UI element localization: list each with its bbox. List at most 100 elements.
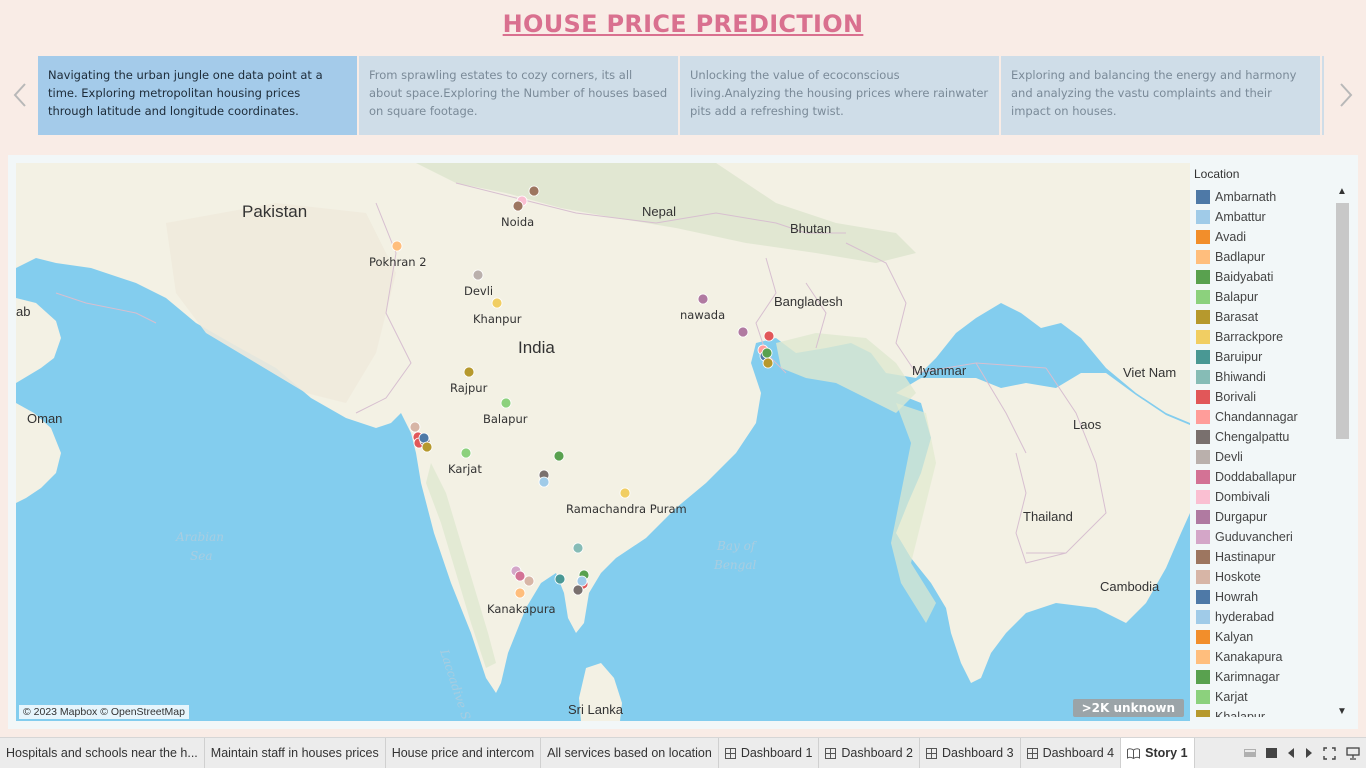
legend-item[interactable]: Baidyabati <box>1196 267 1326 287</box>
legend-item[interactable]: Chengalpattu <box>1196 427 1326 447</box>
legend-item[interactable]: Kalyan <box>1196 627 1326 647</box>
legend-item[interactable]: Kanakapura <box>1196 647 1326 667</box>
city-marker[interactable] <box>763 330 775 342</box>
legend-item[interactable]: Borivali <box>1196 387 1326 407</box>
city-marker[interactable] <box>391 240 403 252</box>
legend-label: Baidyabati <box>1215 270 1274 284</box>
city-marker[interactable] <box>572 584 584 596</box>
city-marker[interactable] <box>737 326 749 338</box>
sheet-tab[interactable]: All services based on location <box>541 738 719 768</box>
sheet-tab-label: House price and intercom <box>391 746 535 760</box>
city-marker[interactable] <box>761 347 773 359</box>
story-point-5[interactable] <box>1322 56 1324 135</box>
story-point-4[interactable]: Exploring and balancing the energy and h… <box>1001 56 1320 135</box>
city-marker[interactable] <box>472 269 484 281</box>
legend-item[interactable]: Hastinapur <box>1196 547 1326 567</box>
legend-item[interactable]: Khalapur <box>1196 707 1326 717</box>
legend-scroll-thumb[interactable] <box>1336 203 1349 439</box>
sheet-tab[interactable]: Dashboard 4 <box>1021 738 1122 768</box>
legend-item[interactable]: Karimnagar <box>1196 667 1326 687</box>
previous-sheet-icon[interactable] <box>1287 748 1295 758</box>
scroll-up-icon[interactable]: ▲ <box>1334 185 1350 199</box>
city-marker[interactable] <box>697 293 709 305</box>
city-label-kanakapura: Kanakapura <box>487 602 556 616</box>
city-marker[interactable] <box>512 200 524 212</box>
legend-item[interactable]: Barrackpore <box>1196 327 1326 347</box>
sheet-tab[interactable]: Dashboard 3 <box>920 738 1021 768</box>
city-marker[interactable] <box>514 570 526 582</box>
legend-label: Hastinapur <box>1215 550 1276 564</box>
legend-label: Khalapur <box>1215 710 1266 717</box>
country-label-ab: ab <box>16 304 30 319</box>
fullscreen-icon[interactable] <box>1323 746 1336 760</box>
legend-item[interactable]: Baruipur <box>1196 347 1326 367</box>
city-marker[interactable] <box>460 447 472 459</box>
legend-label: Karimnagar <box>1215 670 1280 684</box>
dashboard-icon <box>1026 747 1038 759</box>
next-sheet-icon[interactable] <box>1305 748 1313 758</box>
city-marker[interactable] <box>523 575 535 587</box>
legend-item[interactable]: Ambattur <box>1196 207 1326 227</box>
city-marker[interactable] <box>554 573 566 585</box>
sheet-tab[interactable]: House price and intercom <box>386 738 542 768</box>
sheet-tab-bar: Hospitals and schools near the h... Maint… <box>0 737 1366 768</box>
legend-item[interactable]: Guduvancheri <box>1196 527 1326 547</box>
city-marker[interactable] <box>553 450 565 462</box>
city-label-balapur: Balapur <box>483 412 528 426</box>
show-filmstrip-icon[interactable] <box>1244 748 1256 758</box>
sheet-tab[interactable]: Maintain staff in houses prices <box>205 738 386 768</box>
legend-swatch <box>1196 690 1210 704</box>
legend-item[interactable]: Ambarnath <box>1196 187 1326 207</box>
legend-item[interactable]: Doddaballapur <box>1196 467 1326 487</box>
legend-item[interactable]: Howrah <box>1196 587 1326 607</box>
legend-swatch <box>1196 250 1210 264</box>
legend-item[interactable]: hyderabad <box>1196 607 1326 627</box>
sheet-tab[interactable]: Dashboard 2 <box>819 738 920 768</box>
scroll-down-icon[interactable]: ▼ <box>1334 705 1350 719</box>
city-label-ramachandra-puram: Ramachandra Puram <box>566 502 687 516</box>
city-marker[interactable] <box>619 487 631 499</box>
legend-item[interactable]: Balapur <box>1196 287 1326 307</box>
legend-item[interactable]: Durgapur <box>1196 507 1326 527</box>
legend-item[interactable]: Karjat <box>1196 687 1326 707</box>
city-marker[interactable] <box>538 476 550 488</box>
city-marker[interactable] <box>514 587 526 599</box>
city-marker[interactable] <box>421 441 433 453</box>
city-marker[interactable] <box>576 575 588 587</box>
legend-label: Guduvancheri <box>1215 530 1293 544</box>
story-point-1[interactable]: Navigating the urban jungle one data poi… <box>38 56 357 135</box>
legend-item[interactable]: Avadi <box>1196 227 1326 247</box>
city-marker[interactable] <box>463 366 475 378</box>
city-marker[interactable] <box>572 542 584 554</box>
city-marker[interactable] <box>762 357 774 369</box>
legend-swatch <box>1196 310 1210 324</box>
story-point-2[interactable]: From sprawling estates to cozy corners, … <box>359 56 678 135</box>
land-southeast-asia <box>896 373 1190 683</box>
legend-item[interactable]: Hoskote <box>1196 567 1326 587</box>
location-map[interactable]: Pakistan Nepal Bhutan Bangladesh India M… <box>16 163 1190 721</box>
legend-item[interactable]: Devli <box>1196 447 1326 467</box>
next-story-point-button[interactable] <box>1334 78 1358 112</box>
legend-swatch <box>1196 390 1210 404</box>
story-point-3[interactable]: Unlocking the value of ecoconscious livi… <box>680 56 999 135</box>
map-attribution[interactable]: © 2023 Mapbox © OpenStreetMap <box>19 705 189 719</box>
show-tabs-icon[interactable] <box>1266 748 1277 758</box>
presentation-mode-icon[interactable] <box>1346 746 1360 760</box>
legend-item[interactable]: Chandannagar <box>1196 407 1326 427</box>
city-marker[interactable] <box>409 421 421 433</box>
city-marker[interactable] <box>500 397 512 409</box>
sheet-tab[interactable]: Hospitals and schools near the h... <box>0 738 205 768</box>
city-marker[interactable] <box>528 185 540 197</box>
legend-item[interactable]: Barasat <box>1196 307 1326 327</box>
legend-item[interactable]: Dombivali <box>1196 487 1326 507</box>
city-marker[interactable] <box>491 297 503 309</box>
map-canvas[interactable]: Pakistan Nepal Bhutan Bangladesh India M… <box>16 163 1190 721</box>
legend-item[interactable]: Bhiwandi <box>1196 367 1326 387</box>
previous-story-point-button[interactable] <box>8 78 32 112</box>
sheet-tab[interactable]: Story 1 <box>1121 738 1195 768</box>
legend-scrollbar[interactable]: ▲ ▼ <box>1334 185 1350 719</box>
legend-item[interactable]: Badlapur <box>1196 247 1326 267</box>
unknown-locations-badge[interactable]: >2K unknown <box>1072 699 1184 717</box>
city-marker[interactable] <box>418 432 430 444</box>
sheet-tab[interactable]: Dashboard 1 <box>719 738 820 768</box>
